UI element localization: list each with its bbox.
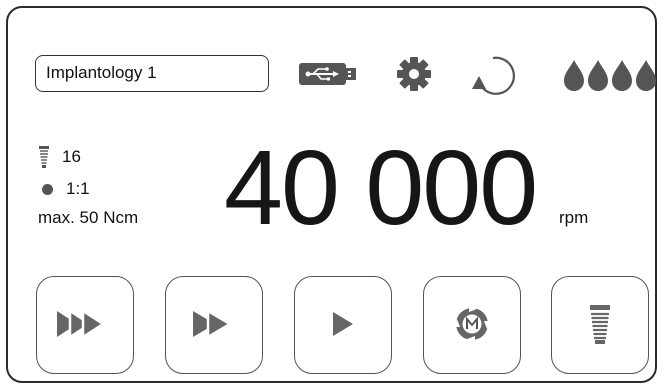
screw-info: 16 (38, 146, 81, 168)
gear-ratio-value: 1:1 (66, 179, 90, 198)
gear-ratio-info: 1:1 (38, 179, 90, 199)
triple-chevron-icon (57, 308, 106, 340)
m-mode-icon (454, 306, 490, 342)
dot-icon (42, 183, 53, 195)
mode-button[interactable] (423, 276, 521, 374)
torque-value: max. 50 Ncm (38, 208, 139, 227)
screw-mode-button[interactable] (551, 276, 649, 374)
speed-slow-button[interactable] (294, 276, 392, 374)
speed-value: 40 000 (224, 129, 538, 247)
irrigation-drops-icon[interactable] (563, 58, 663, 94)
double-chevron-icon (193, 308, 233, 340)
rotation-direction-icon[interactable] (469, 52, 523, 98)
program-selector[interactable]: Implantology 1 (35, 55, 269, 92)
speed-unit: rpm (559, 208, 589, 227)
screw-icon (39, 146, 49, 168)
usb-icon[interactable] (299, 63, 357, 85)
speed-medium-button[interactable] (165, 276, 263, 374)
screw-icon (590, 305, 610, 344)
speed-fast-button[interactable] (36, 276, 134, 374)
gear-icon[interactable] (396, 56, 432, 92)
program-name: Implantology 1 (46, 63, 157, 82)
play-icon (333, 312, 353, 336)
screw-value: 16 (62, 147, 81, 166)
device-screen: Implantology 1 16 1:1 max. 50 Ncm 40 000… (6, 6, 657, 383)
